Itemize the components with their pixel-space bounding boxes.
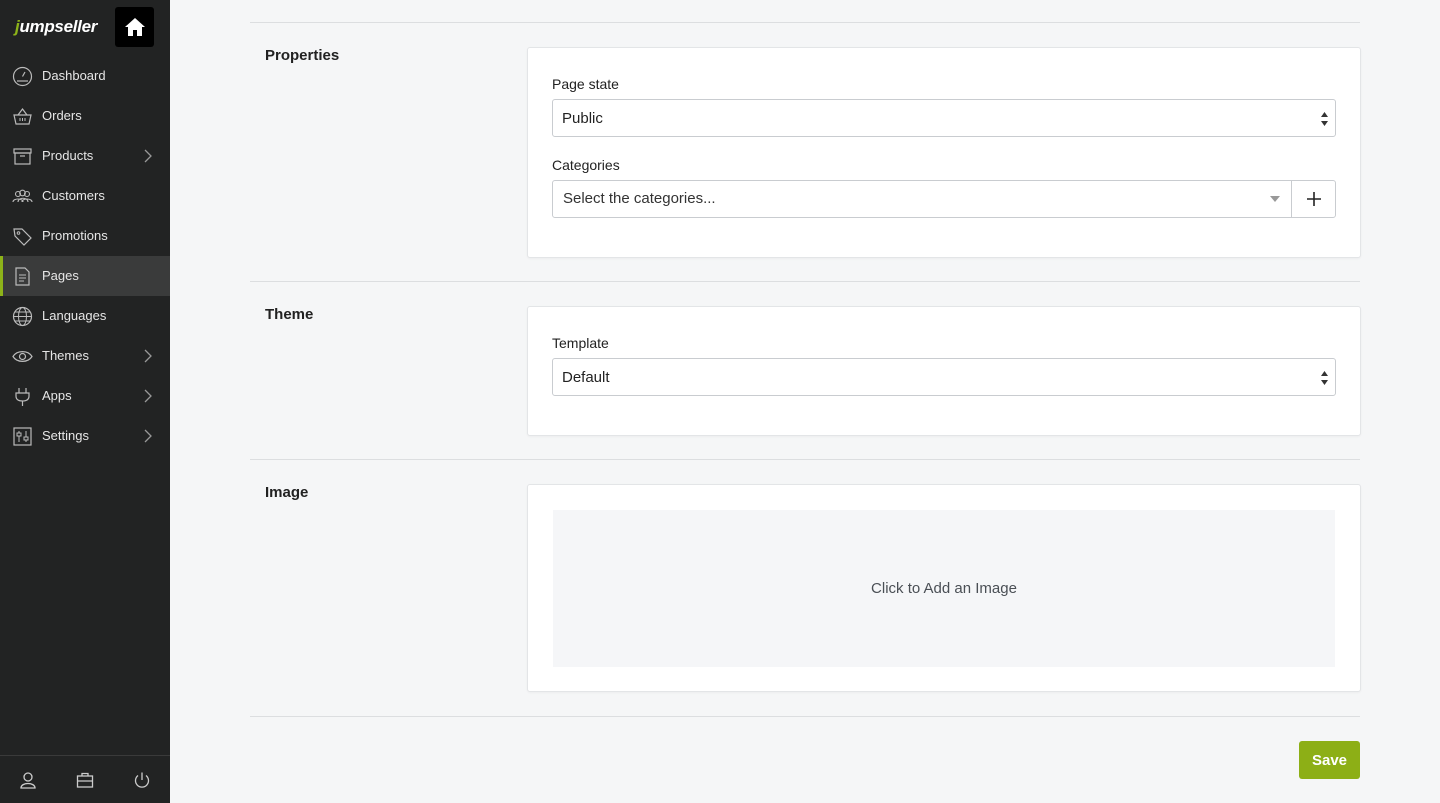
chevron-right-icon bbox=[144, 389, 152, 403]
section-divider bbox=[250, 281, 1360, 282]
sidebar-item-pages[interactable]: Pages bbox=[0, 256, 170, 296]
template-label: Template bbox=[552, 335, 609, 351]
account-button[interactable] bbox=[0, 756, 57, 803]
stores-button[interactable] bbox=[57, 756, 114, 803]
home-button[interactable] bbox=[115, 7, 154, 47]
brand-header: jumpseller bbox=[0, 0, 170, 56]
plus-icon bbox=[1306, 192, 1321, 206]
section-divider bbox=[250, 459, 1360, 460]
sidebar-item-customers[interactable]: Customers bbox=[0, 176, 170, 216]
chevron-right-icon bbox=[144, 349, 152, 363]
sidebar-item-label: Orders bbox=[42, 108, 82, 123]
chevron-right-icon bbox=[144, 429, 152, 443]
section-title-theme: Theme bbox=[265, 306, 314, 323]
sidebar-item-label: Products bbox=[42, 148, 94, 163]
plug-icon bbox=[12, 386, 33, 407]
home-icon bbox=[124, 18, 145, 36]
caret-down-icon[interactable] bbox=[1270, 196, 1280, 202]
document-icon bbox=[12, 266, 33, 287]
sidebar-item-apps[interactable]: Apps bbox=[0, 376, 170, 416]
sidebar-nav: Dashboard Orders Products Customers Prom… bbox=[0, 56, 170, 456]
sidebar-item-orders[interactable]: Orders bbox=[0, 96, 170, 136]
sidebar: jumpseller Dashboard Orders Products Cus… bbox=[0, 0, 170, 803]
dropzone-text: Click to Add an Image bbox=[871, 580, 1017, 597]
categories-label: Categories bbox=[552, 157, 620, 173]
save-button[interactable]: Save bbox=[1299, 741, 1360, 779]
sidebar-item-settings[interactable]: Settings bbox=[0, 416, 170, 456]
image-card: Click to Add an Image bbox=[527, 484, 1361, 692]
theme-card: Template Default bbox=[527, 306, 1361, 436]
sidebar-item-products[interactable]: Products bbox=[0, 136, 170, 176]
sidebar-item-label: Themes bbox=[42, 348, 89, 363]
gauge-icon bbox=[12, 66, 33, 87]
globe-icon bbox=[12, 306, 33, 327]
section-divider bbox=[250, 22, 1360, 23]
section-divider bbox=[250, 716, 1360, 717]
section-title-properties: Properties bbox=[265, 47, 340, 64]
categories-combobox: Select the categories... bbox=[552, 180, 1336, 218]
template-value: Default bbox=[562, 369, 610, 386]
sliders-icon bbox=[12, 426, 33, 447]
logo-text: umpseller bbox=[19, 17, 98, 36]
briefcase-icon bbox=[76, 772, 94, 788]
page-state-label: Page state bbox=[552, 76, 619, 92]
main-content: Properties Page state Public Categories … bbox=[170, 0, 1440, 803]
page-state-value: Public bbox=[562, 110, 603, 127]
basket-icon bbox=[12, 106, 33, 127]
add-category-button[interactable] bbox=[1291, 181, 1335, 217]
jumpseller-logo[interactable]: jumpseller bbox=[15, 17, 97, 37]
select-arrows-icon bbox=[1321, 112, 1328, 126]
section-title-image: Image bbox=[265, 484, 309, 501]
sidebar-item-label: Promotions bbox=[42, 228, 108, 243]
categories-placeholder: Select the categories... bbox=[563, 190, 716, 207]
sidebar-item-label: Customers bbox=[42, 188, 105, 203]
image-dropzone[interactable]: Click to Add an Image bbox=[553, 510, 1335, 667]
eye-icon bbox=[12, 346, 33, 367]
chevron-right-icon bbox=[144, 149, 152, 163]
tag-icon bbox=[12, 226, 33, 247]
sidebar-item-languages[interactable]: Languages bbox=[0, 296, 170, 336]
user-icon bbox=[20, 771, 36, 789]
sidebar-item-themes[interactable]: Themes bbox=[0, 336, 170, 376]
power-icon bbox=[134, 772, 149, 788]
properties-card: Page state Public Categories Select the … bbox=[527, 47, 1361, 258]
template-select[interactable]: Default bbox=[552, 358, 1336, 396]
sidebar-item-label: Pages bbox=[42, 268, 79, 283]
sidebar-item-promotions[interactable]: Promotions bbox=[0, 216, 170, 256]
categories-input[interactable]: Select the categories... bbox=[553, 181, 1291, 217]
sidebar-item-label: Dashboard bbox=[42, 68, 106, 83]
logout-button[interactable] bbox=[113, 756, 170, 803]
sidebar-item-label: Settings bbox=[42, 428, 89, 443]
people-icon bbox=[12, 186, 33, 207]
sidebar-item-label: Apps bbox=[42, 388, 72, 403]
page-state-select[interactable]: Public bbox=[552, 99, 1336, 137]
box-icon bbox=[12, 146, 33, 167]
sidebar-item-label: Languages bbox=[42, 308, 107, 323]
select-arrows-icon bbox=[1321, 371, 1328, 385]
sidebar-footer bbox=[0, 755, 170, 803]
sidebar-item-dashboard[interactable]: Dashboard bbox=[0, 56, 170, 96]
